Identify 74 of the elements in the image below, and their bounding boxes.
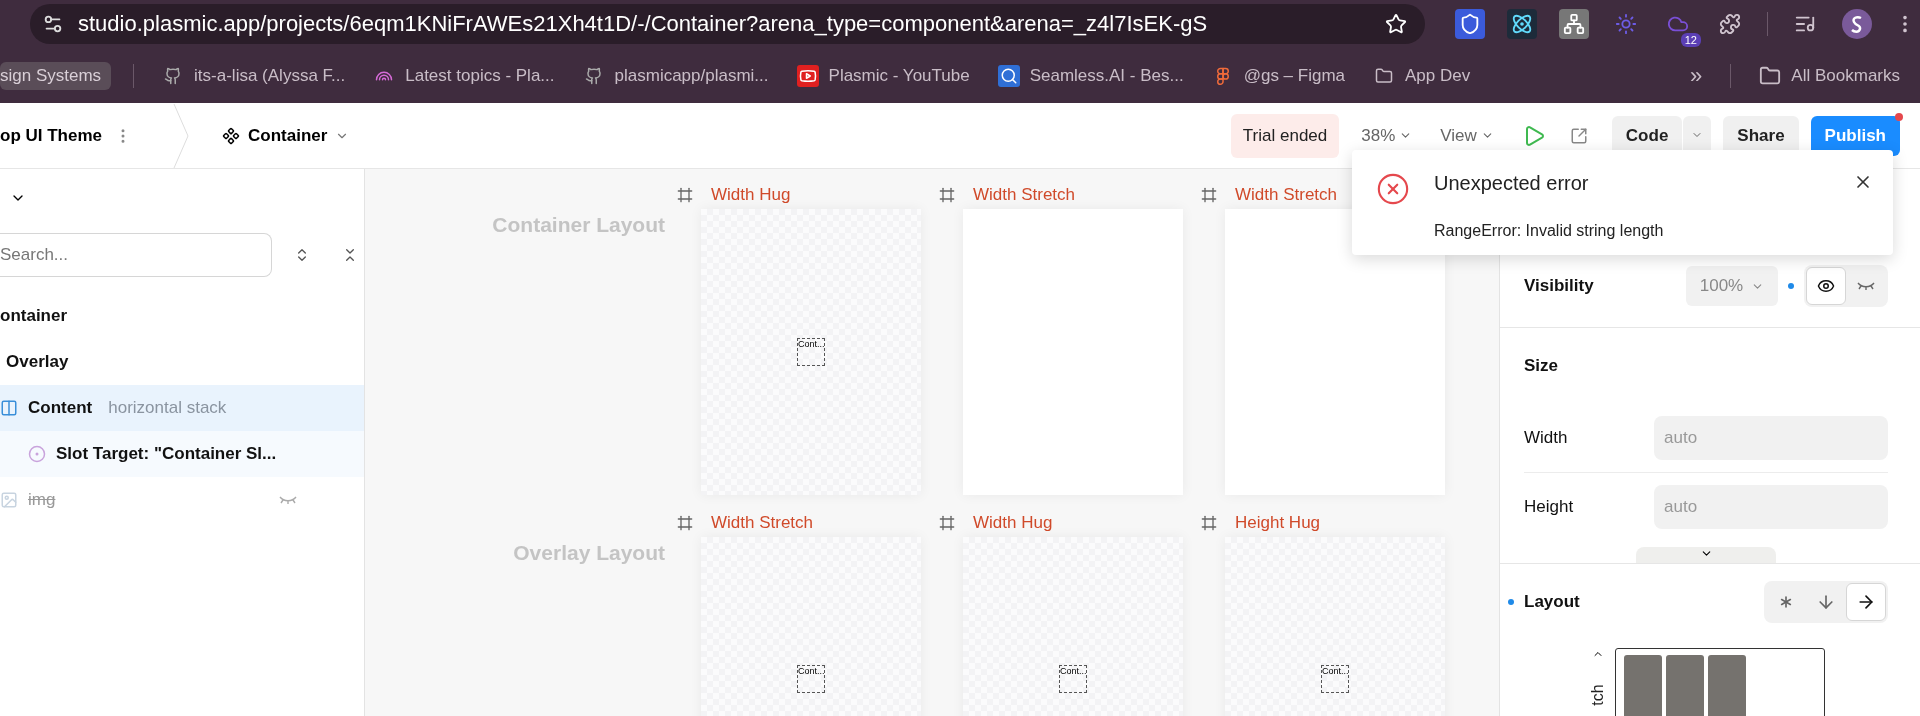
eye-icon bbox=[1817, 277, 1835, 295]
size-field[interactable]: auto bbox=[1654, 485, 1888, 529]
avatar-icon[interactable] bbox=[1842, 9, 1872, 39]
horizontal-layout-button[interactable] bbox=[1846, 583, 1886, 621]
folder-icon bbox=[1759, 64, 1782, 87]
field-label: Width bbox=[1524, 428, 1568, 448]
frame-icon[interactable] bbox=[939, 187, 955, 203]
atom-icon[interactable] bbox=[1507, 9, 1537, 39]
hidden-icon bbox=[278, 494, 298, 506]
status-dot bbox=[1508, 599, 1514, 605]
frame-title[interactable]: Height Hug bbox=[1225, 513, 1445, 533]
content-element[interactable]: Cont... bbox=[1321, 665, 1349, 693]
play-icon bbox=[796, 64, 819, 87]
image-icon bbox=[0, 491, 18, 509]
section-heading: Size bbox=[1524, 356, 1559, 376]
tree-item[interactable]: Overlay bbox=[0, 339, 364, 385]
stack-icon bbox=[0, 399, 18, 417]
item-type: horizontal stack bbox=[108, 398, 227, 418]
content-element[interactable]: Cont... bbox=[1059, 665, 1087, 693]
frame-title[interactable]: Width Stretch bbox=[701, 513, 921, 533]
axis-label: tch bbox=[1589, 684, 1607, 706]
frame-icon[interactable] bbox=[1201, 187, 1217, 203]
count-badge: 12 bbox=[1680, 33, 1701, 47]
bookmark[interactable]: Plasmic - YouTube bbox=[796, 64, 970, 87]
bookmark[interactable]: its-a-lisa (Alyssa F... bbox=[162, 64, 346, 87]
tree-item[interactable]: Slot Target: "Container Sl... bbox=[0, 431, 364, 477]
section-label: Layout bbox=[1524, 592, 1580, 612]
artboard[interactable]: Cont... bbox=[1225, 537, 1445, 716]
bookmark[interactable]: plasmicapp/plasmi... bbox=[582, 64, 769, 87]
tab-group-chip[interactable]: sign Systems bbox=[0, 61, 112, 90]
bookmark[interactable]: All Bookmarks bbox=[1759, 64, 1900, 87]
search-field[interactable]: Search... bbox=[0, 233, 272, 277]
hub-icon[interactable] bbox=[1559, 9, 1589, 39]
bookmark[interactable]: App Dev bbox=[1373, 64, 1471, 87]
component-icon bbox=[222, 126, 240, 145]
external-link-icon[interactable] bbox=[1569, 126, 1588, 145]
project-name[interactable]: op UI Theme bbox=[0, 125, 102, 146]
artboard[interactable]: Cont... bbox=[963, 537, 1183, 716]
bookmark[interactable]: @gs – Figma bbox=[1211, 64, 1346, 87]
toast-title: Unexpected error bbox=[1434, 172, 1590, 196]
more-bookmarks-button[interactable]: » bbox=[1690, 62, 1703, 89]
field-label: Height bbox=[1524, 497, 1574, 517]
frame-icon[interactable] bbox=[939, 515, 955, 531]
tree-item[interactable]: Content horizontal stack bbox=[0, 385, 364, 431]
status-dot bbox=[1788, 283, 1794, 289]
zoom-menu[interactable]: 38% bbox=[1361, 125, 1413, 146]
star-icon[interactable] bbox=[1385, 13, 1407, 35]
section-label: Visibility bbox=[1524, 276, 1594, 296]
artboard[interactable]: Cont... bbox=[701, 209, 921, 495]
artboard[interactable]: Cont... bbox=[701, 537, 921, 716]
frame-icon[interactable] bbox=[1201, 515, 1217, 531]
frame-icon[interactable] bbox=[677, 187, 693, 203]
frame-title[interactable]: Width Hug bbox=[963, 513, 1183, 533]
frame-icon[interactable] bbox=[677, 515, 693, 531]
frame-title[interactable]: Width Stretch bbox=[963, 185, 1183, 205]
address-bar[interactable]: studio.plasmic.app/projects/6eqm1KNiFrAWEs21Xh4t1D/-/Container?arena_type=component&arena=_z4l7IsEK-gS bbox=[30, 4, 1425, 44]
tree-item[interactable]: ontainer bbox=[0, 293, 364, 339]
magnifier-icon bbox=[997, 64, 1020, 87]
error-icon bbox=[1376, 172, 1410, 206]
size-field[interactable]: auto bbox=[1654, 416, 1888, 460]
bookmark[interactable]: Seamless.AI - Bes... bbox=[997, 64, 1184, 87]
component-selector[interactable]: Container bbox=[222, 125, 350, 146]
eye-button[interactable] bbox=[1806, 267, 1846, 305]
bookmark[interactable]: Latest topics - Pla... bbox=[373, 64, 555, 87]
view-menu[interactable]: View bbox=[1440, 125, 1494, 146]
toast-message: RangeError: Invalid string length bbox=[1434, 222, 1665, 241]
shield-icon[interactable] bbox=[1455, 9, 1485, 39]
frame-title[interactable]: Width Hug bbox=[701, 185, 921, 205]
site-settings-icon[interactable] bbox=[42, 13, 64, 35]
target-icon bbox=[28, 445, 46, 463]
trial-badge: Trial ended bbox=[1230, 113, 1340, 158]
closed-eye-icon bbox=[1856, 280, 1876, 292]
content-element[interactable]: Cont... bbox=[797, 338, 825, 366]
content-element[interactable]: Cont... bbox=[797, 665, 825, 693]
